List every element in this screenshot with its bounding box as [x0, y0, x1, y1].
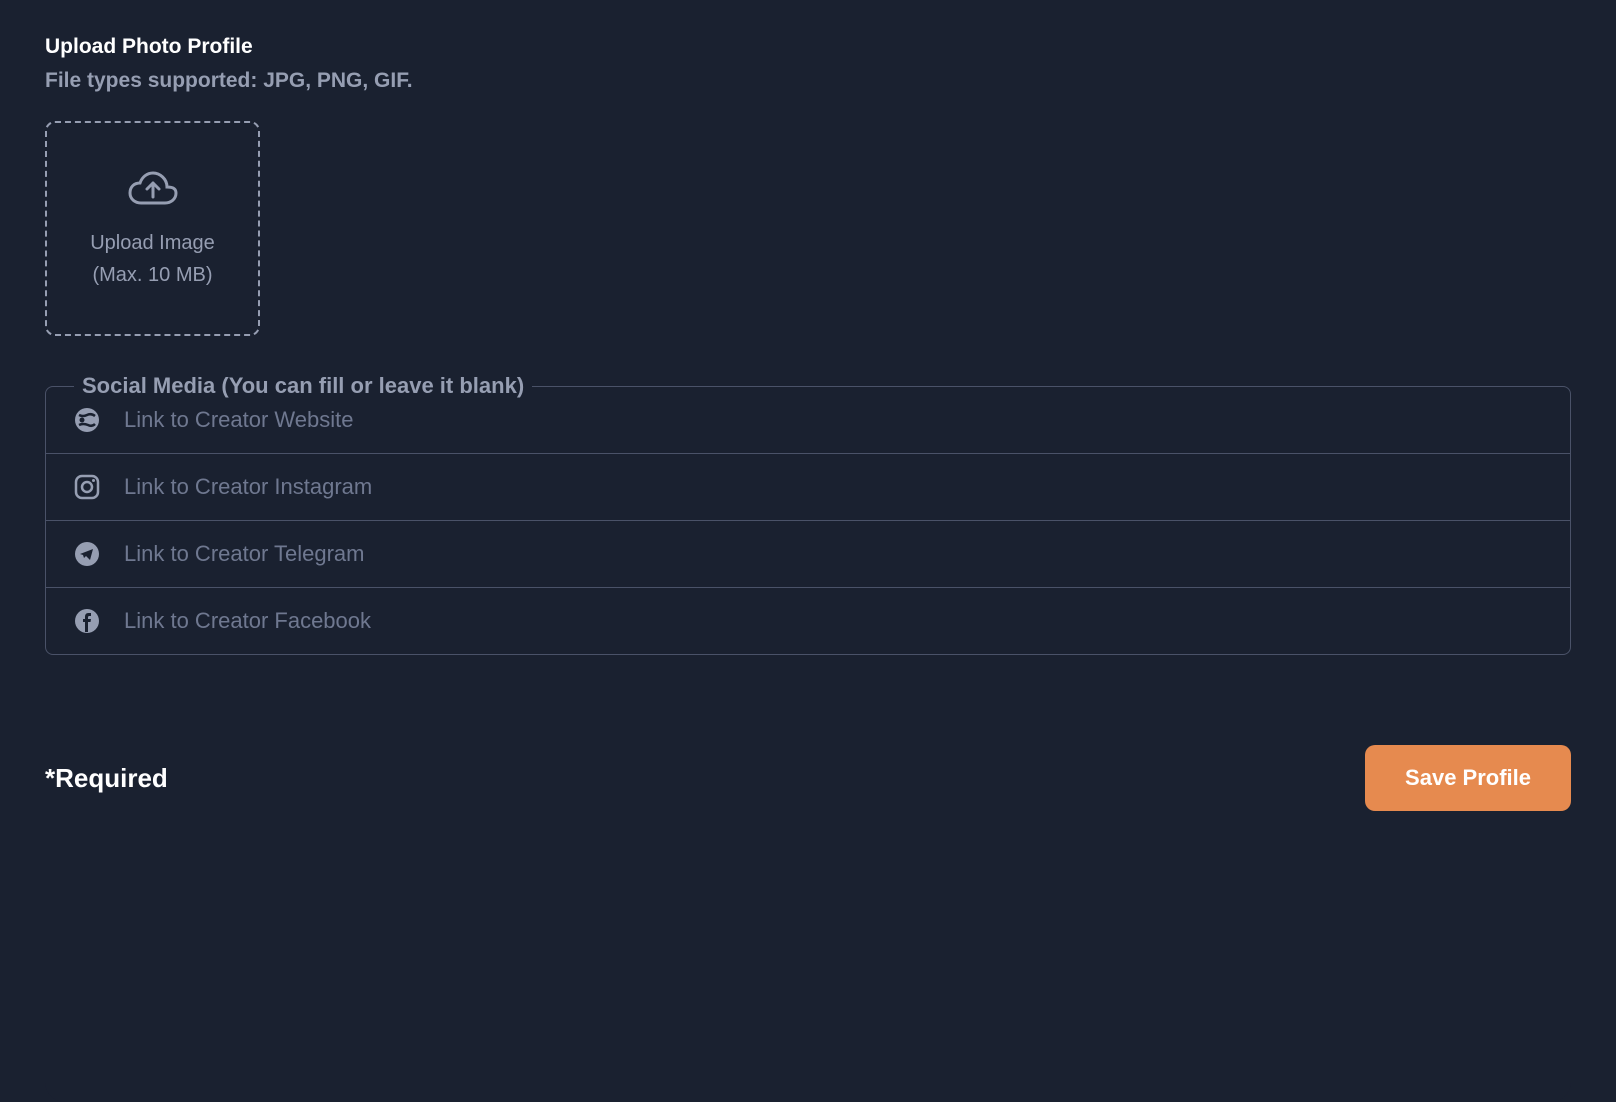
footer: *Required Save Profile [45, 745, 1571, 811]
telegram-input[interactable] [124, 541, 1542, 567]
facebook-row [46, 588, 1570, 654]
cloud-upload-icon [127, 167, 179, 209]
globe-icon [74, 407, 100, 433]
instagram-row [46, 454, 1570, 521]
required-label: *Required [45, 763, 168, 794]
save-profile-button[interactable]: Save Profile [1365, 745, 1571, 811]
upload-text-line2: (Max. 10 MB) [92, 259, 212, 291]
telegram-icon [74, 541, 100, 567]
instagram-icon [74, 474, 100, 500]
instagram-input[interactable] [124, 474, 1542, 500]
facebook-icon [74, 608, 100, 634]
facebook-input[interactable] [124, 608, 1542, 634]
upload-subheading: File types supported: JPG, PNG, GIF. [45, 69, 1571, 93]
upload-image-box[interactable]: Upload Image (Max. 10 MB) [45, 121, 260, 336]
upload-heading: Upload Photo Profile [45, 35, 1571, 59]
upload-text-line1: Upload Image [90, 227, 215, 259]
social-media-legend: Social Media (You can fill or leave it b… [74, 373, 532, 399]
social-media-fieldset: Social Media (You can fill or leave it b… [45, 386, 1571, 655]
telegram-row [46, 521, 1570, 588]
website-input[interactable] [124, 407, 1542, 433]
